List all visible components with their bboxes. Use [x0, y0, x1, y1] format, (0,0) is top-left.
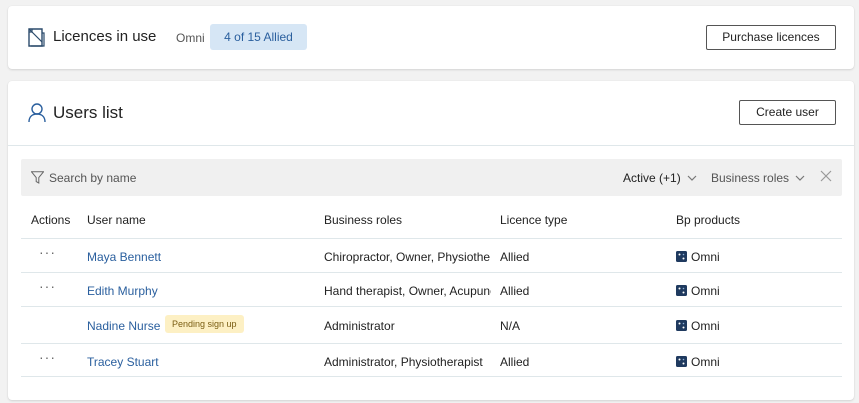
user-roles: Administrator, Physiotherapist: [324, 355, 483, 369]
chevron-down-icon: [795, 175, 805, 182]
row-actions-menu[interactable]: ···: [39, 244, 56, 260]
user-name-link[interactable]: Edith Murphy: [87, 284, 158, 298]
roles-filter-dropdown[interactable]: Business roles: [711, 171, 805, 185]
table-row: Nadine Nurse Pending sign up Administrat…: [21, 306, 842, 343]
user-bp-product: Omni: [691, 355, 720, 369]
table-row: ··· Tracey Stuart Administrator, Physiot…: [21, 343, 842, 377]
user-name-link[interactable]: Maya Bennett: [87, 250, 161, 264]
users-title: Users list: [53, 103, 123, 122]
user-bp-product: Omni: [691, 284, 720, 298]
filter-icon: [31, 171, 44, 184]
user-licence: Allied: [500, 284, 530, 298]
user-roles: Hand therapist, Owner, Acupunc: [324, 284, 491, 298]
table-row: ··· Maya Bennett Chiropractor, Owner, Ph…: [21, 238, 842, 272]
user-icon: [28, 103, 46, 123]
licence-count-badge: 4 of 15 Allied: [210, 24, 307, 50]
column-header-bp-products[interactable]: Bp products: [676, 213, 740, 227]
column-header-name[interactable]: User name: [87, 213, 146, 227]
licences-product: Omni: [176, 31, 205, 45]
status-filter-dropdown[interactable]: Active (+1): [623, 171, 697, 185]
divider: [8, 145, 854, 146]
close-icon[interactable]: [820, 170, 832, 182]
omni-product-icon: [676, 356, 687, 367]
omni-product-icon: [676, 251, 687, 262]
column-header-actions: Actions: [31, 213, 71, 227]
pending-sign-up-badge: Pending sign up: [165, 315, 244, 333]
omni-product-icon: [676, 320, 687, 331]
create-user-button[interactable]: Create user: [739, 100, 836, 125]
chevron-down-icon: [687, 175, 697, 182]
row-actions-menu[interactable]: ···: [39, 278, 56, 294]
user-roles: Administrator: [324, 319, 395, 333]
user-name-link[interactable]: Tracey Stuart: [87, 355, 159, 369]
roles-filter-label: Business roles: [711, 171, 790, 185]
licences-title: Licences in use: [53, 28, 157, 45]
user-licence: N/A: [500, 319, 521, 333]
status-filter-label: Active (+1): [623, 171, 681, 185]
user-bp-product: Omni: [691, 250, 720, 264]
row-actions-menu[interactable]: ···: [39, 349, 56, 365]
column-header-roles[interactable]: Business roles: [324, 213, 402, 227]
omni-product-icon: [676, 285, 687, 296]
user-roles: Chiropractor, Owner, Physiothe: [324, 250, 491, 264]
user-licence: Allied: [500, 250, 530, 264]
user-licence: Allied: [500, 355, 530, 369]
user-name-link[interactable]: Nadine Nurse: [87, 319, 160, 333]
filter-bar: Active (+1) Business roles: [21, 159, 842, 196]
table-row: ··· Edith Murphy Hand therapist, Owner, …: [21, 272, 842, 306]
purchase-licences-button[interactable]: Purchase licences: [706, 25, 836, 50]
user-bp-product: Omni: [691, 319, 720, 333]
column-header-licence[interactable]: Licence type: [500, 213, 567, 227]
licences-card: Licences in use Omni 4 of 15 Allied Purc…: [8, 6, 854, 69]
licence-document-icon: [28, 28, 45, 47]
search-input[interactable]: [49, 167, 249, 188]
users-card: Users list Create user Active (+1) Busin…: [8, 81, 854, 400]
